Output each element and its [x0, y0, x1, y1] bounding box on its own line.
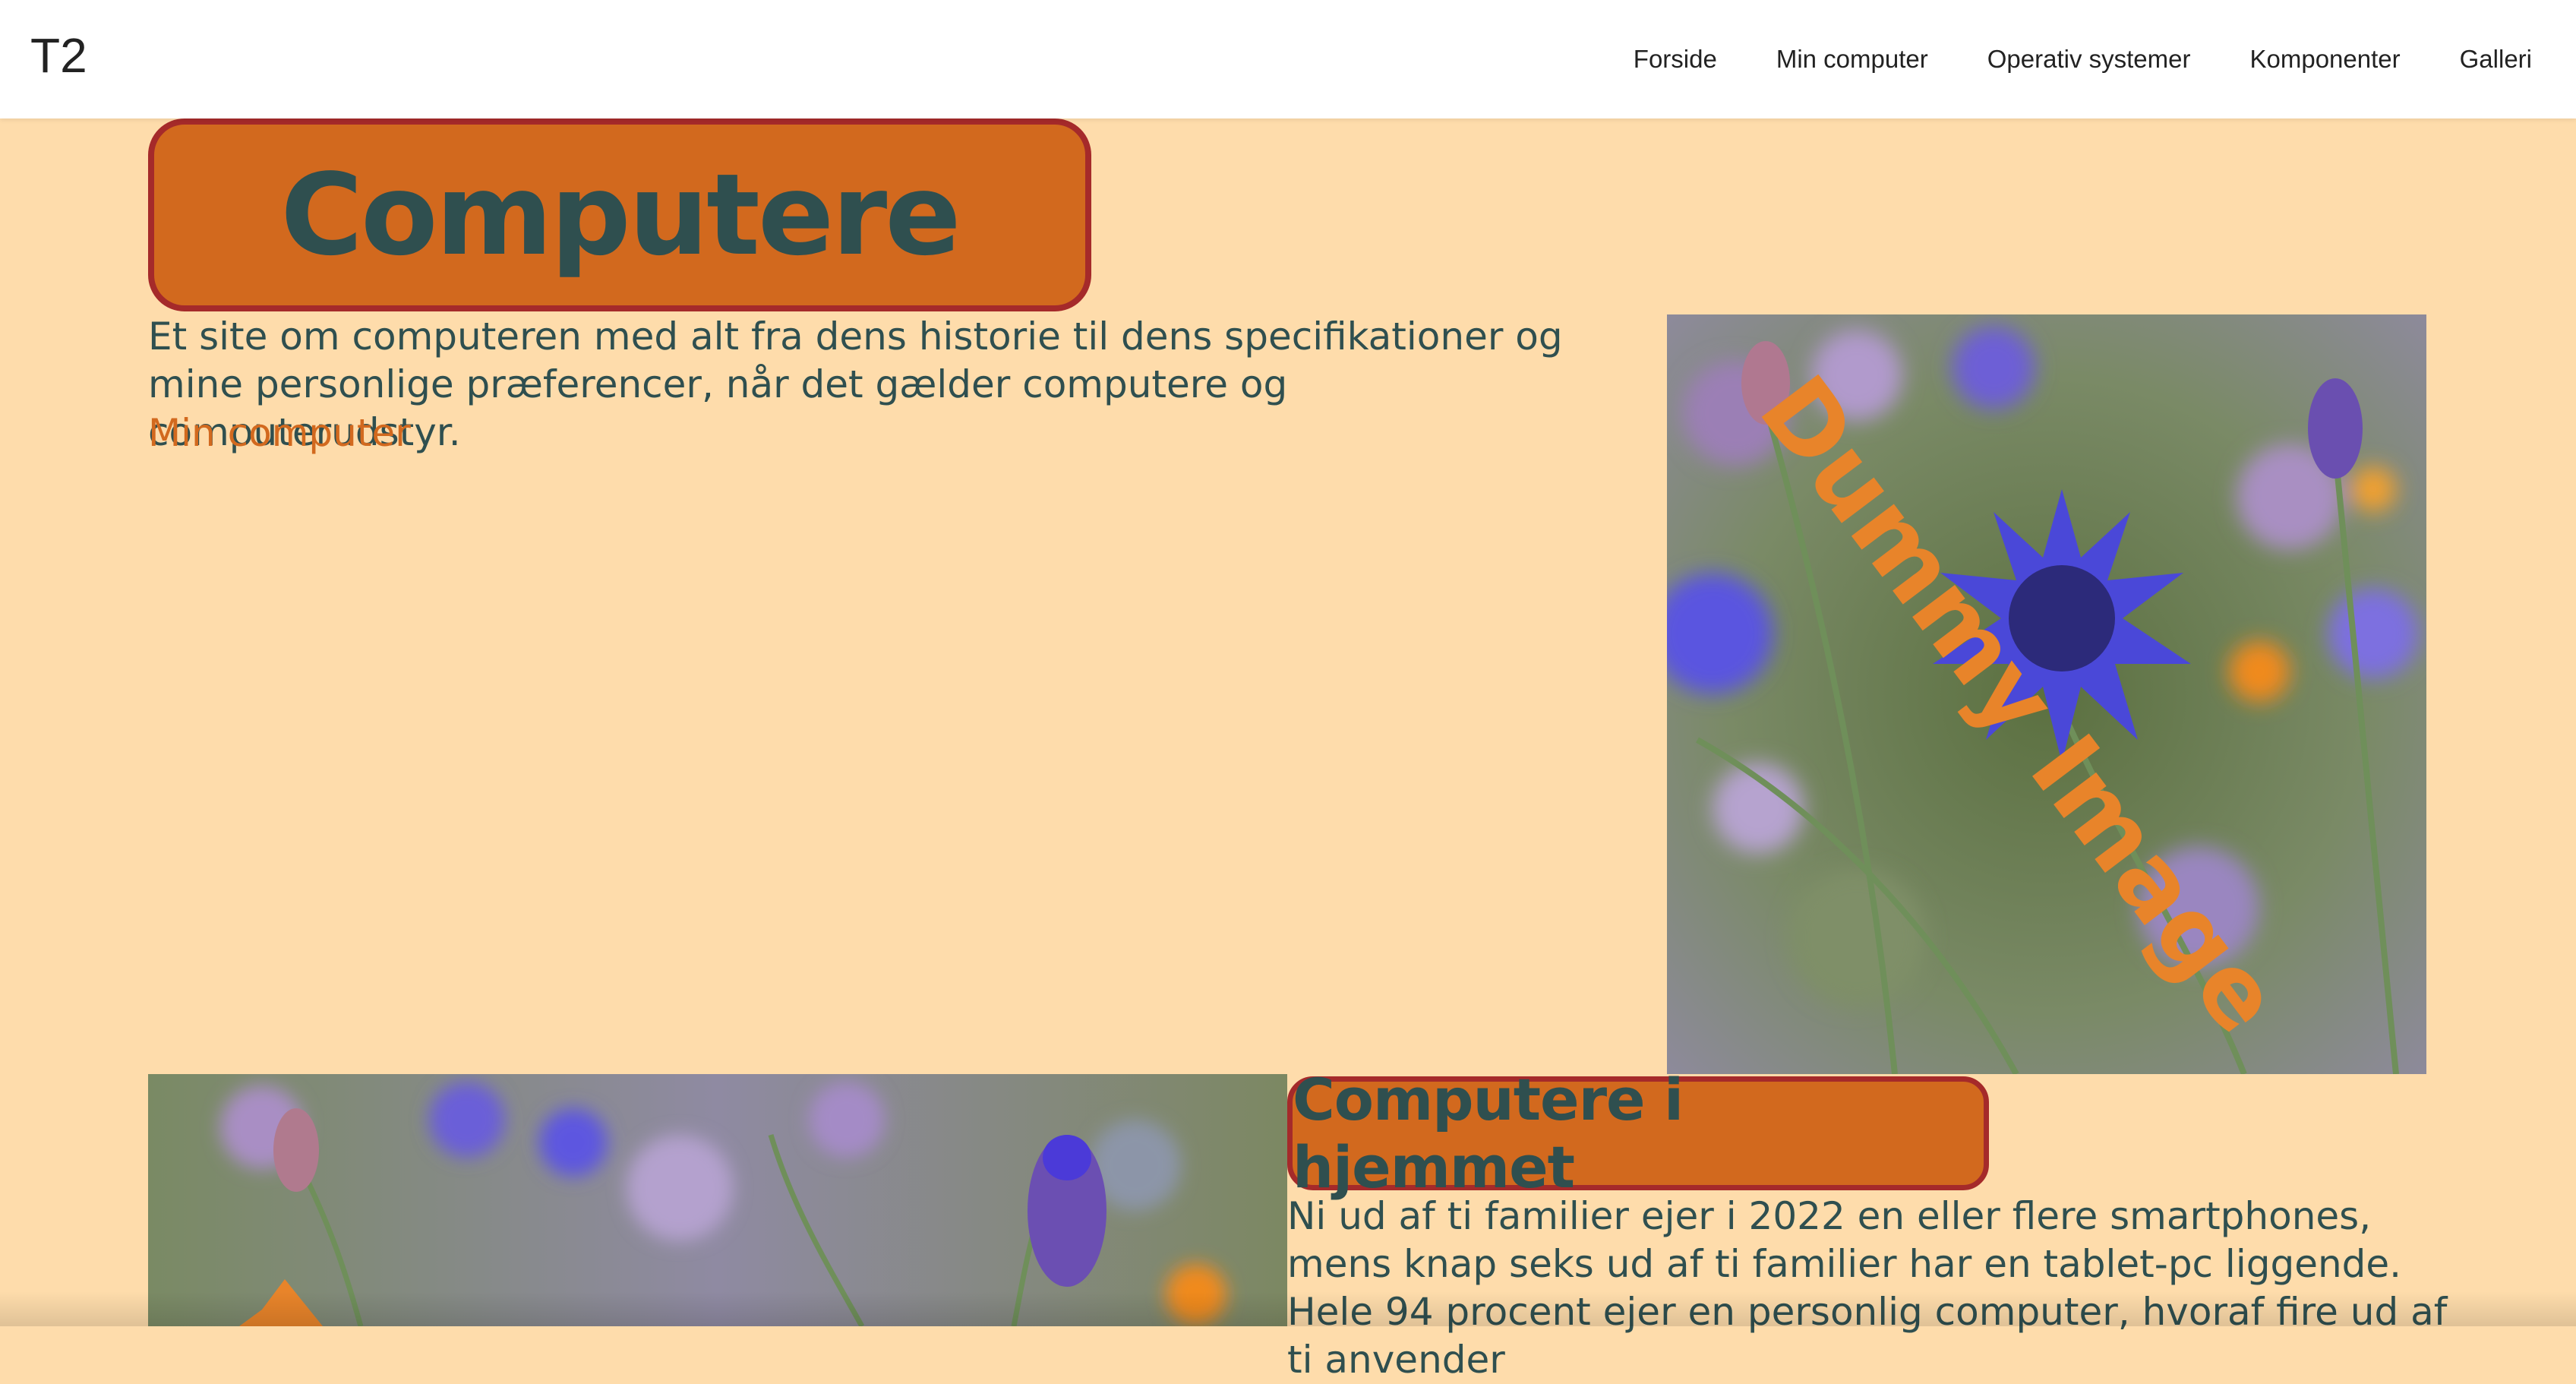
hero-title-box: Computere [148, 118, 1091, 311]
dummy-flower-image: Dummy Image [1667, 314, 2426, 1074]
nav-link-operativ-systemer[interactable]: Operativ systemer [1987, 45, 2191, 74]
nav-link-komponenter[interactable]: Komponenter [2250, 45, 2401, 74]
min-computer-link[interactable]: Min computer [148, 411, 411, 455]
nav-link-min-computer[interactable]: Min computer [1776, 45, 1928, 74]
flower-image-bottom [148, 1074, 1287, 1326]
section-title-box: Computere i hjemmet [1287, 1066, 1989, 1201]
section-body-text: Ni ud af ti familier ejer i 2022 en elle… [1287, 1194, 2448, 1382]
nav-link-forside[interactable]: Forside [1634, 45, 1717, 74]
nav-link-galleri[interactable]: Galleri [2460, 45, 2532, 74]
nav-menu: Forside Min computer Operativ systemer K… [1634, 0, 2532, 118]
brand-logo[interactable]: T2 [30, 27, 87, 84]
page-title: Computere [280, 150, 961, 280]
navbar: T2 Forside Min computer Operativ systeme… [0, 0, 2576, 118]
section-title: Computere i hjemmet [1293, 1066, 1684, 1201]
